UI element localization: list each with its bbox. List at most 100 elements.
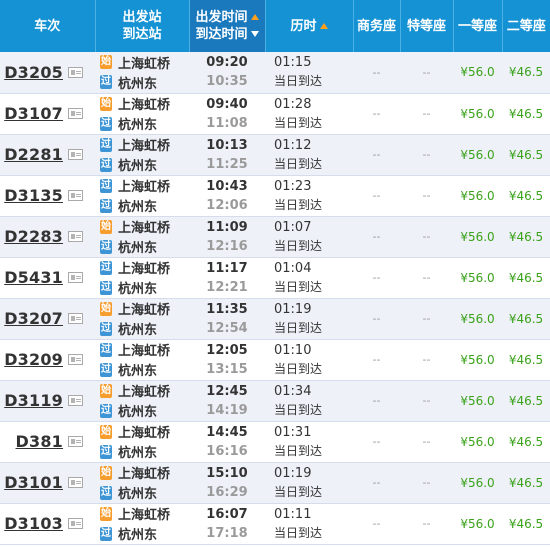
pass-badge: 过 (100, 116, 112, 131)
header-times-sort[interactable]: 出发时间 到达时间 (189, 0, 266, 52)
pass-badge: 过 (100, 444, 112, 459)
to-station: 杭州东 (118, 282, 158, 297)
train-number-link[interactable]: D381 (16, 432, 63, 451)
train-cell: D3107 (0, 93, 95, 135)
from-station: 上海虹桥 (118, 139, 171, 154)
arrive-time: 16:16 (206, 443, 248, 459)
pass-badge: 过 (100, 321, 112, 336)
id-card-icon[interactable] (68, 108, 83, 119)
from-station: 上海虹桥 (118, 56, 171, 72)
to-station: 杭州东 (118, 241, 158, 256)
train-number-link[interactable]: D5431 (4, 268, 63, 287)
depart-time: 11:17 (206, 260, 248, 276)
arrive-time: 12:21 (206, 279, 248, 295)
id-card-icon[interactable] (68, 149, 83, 160)
sort-up-icon[interactable] (250, 14, 259, 20)
header-duration-label: 历时 (290, 18, 317, 34)
pass-badge: 过 (100, 362, 112, 377)
train-number-link[interactable]: D3135 (4, 186, 63, 205)
id-card-icon[interactable] (68, 477, 83, 488)
train-number-link[interactable]: D2283 (4, 227, 63, 246)
arrive-note: 当日到达 (274, 525, 323, 540)
duration-cell: 01:07 当日到达 (265, 216, 353, 258)
sort-down-icon[interactable] (250, 31, 259, 37)
table-row: D2283 始上海虹桥过杭州东 11:09 12:16 01:07 当日到达 -- -- ¥56… (0, 216, 550, 258)
train-number-link[interactable]: D3207 (4, 309, 63, 328)
pass-badge: 过 (100, 526, 112, 541)
special-seat-cell: -- (400, 134, 453, 176)
origin-badge: 始 (100, 301, 112, 316)
id-card-icon[interactable] (68, 313, 83, 324)
times-cell: 14:45 16:16 (189, 421, 265, 463)
id-card-icon[interactable] (68, 395, 83, 406)
first-class-price: ¥56.0 (453, 421, 502, 463)
sort-up-icon[interactable] (319, 22, 328, 29)
train-results-table: 车次 出发站 到达站 出发时间 到达时间 历时 商务座 特等座 一等座 二等座 … (0, 0, 550, 545)
special-seat-cell: -- (400, 298, 453, 340)
header-duration-sort[interactable]: 历时 (265, 0, 354, 52)
business-seat-cell: -- (353, 421, 400, 463)
duration-cell: 01:34 当日到达 (265, 380, 353, 422)
train-cell: D3207 (0, 298, 95, 340)
arrive-note: 当日到达 (274, 361, 323, 376)
train-number-link[interactable]: D3107 (4, 104, 63, 123)
id-card-icon[interactable] (68, 272, 83, 283)
id-card-icon[interactable] (68, 354, 83, 365)
duration-cell: 01:15 当日到达 (265, 52, 353, 94)
table-row: D2281 过上海虹桥过杭州东 10:13 11:25 01:12 当日到达 -- -- ¥56… (0, 134, 550, 176)
from-station: 上海虹桥 (118, 467, 171, 482)
duration-value: 01:07 (274, 219, 312, 235)
duration-cell: 01:12 当日到达 (265, 134, 353, 176)
arrive-time: 14:19 (206, 402, 248, 418)
table-row: D381 始上海虹桥过杭州东 14:45 16:16 01:31 当日到达 -- -- ¥56.… (0, 421, 550, 463)
train-number-link[interactable]: D3119 (4, 391, 63, 410)
train-number-link[interactable]: D3205 (4, 63, 63, 82)
train-number-link[interactable]: D2281 (4, 145, 63, 164)
arrive-note: 当日到达 (274, 156, 323, 171)
duration-cell: 01:04 当日到达 (265, 257, 353, 299)
first-class-price: ¥56.0 (453, 134, 502, 176)
train-number-link[interactable]: D3209 (4, 350, 63, 369)
id-card-icon[interactable] (68, 518, 83, 529)
table-row: D3205 始上海虹桥过杭州东 09:20 10:35 01:15 当日到达 -- -- ¥56… (0, 52, 550, 94)
times-cell: 09:40 11:08 (189, 93, 265, 135)
business-seat-cell: -- (353, 134, 400, 176)
origin-badge: 始 (100, 506, 112, 521)
to-station: 杭州东 (118, 200, 158, 215)
train-number-link[interactable]: D3103 (4, 514, 63, 533)
first-class-price: ¥56.0 (453, 339, 502, 381)
first-class-price: ¥56.0 (453, 93, 502, 135)
pass-badge: 过 (100, 280, 112, 295)
train-cell: D3119 (0, 380, 95, 422)
train-number-link[interactable]: D3101 (4, 473, 63, 492)
train-cell: D3103 (0, 503, 95, 545)
pass-badge: 过 (100, 485, 112, 500)
arrive-note: 当日到达 (274, 443, 323, 458)
arrive-note: 当日到达 (274, 320, 323, 335)
table-row: D3107 始上海虹桥过杭州东 09:40 11:08 01:28 当日到达 -- -- ¥56… (0, 93, 550, 135)
origin-badge: 始 (100, 219, 112, 234)
from-station: 上海虹桥 (118, 426, 171, 441)
stations-cell: 过上海虹桥过杭州东 (95, 257, 189, 299)
depart-time: 09:40 (206, 96, 248, 112)
id-card-icon[interactable] (68, 231, 83, 242)
first-class-price: ¥56.0 (453, 503, 502, 545)
id-card-icon[interactable] (68, 190, 83, 201)
table-body: D3205 始上海虹桥过杭州东 09:20 10:35 01:15 当日到达 -- -- ¥56… (0, 52, 550, 545)
arrive-time: 11:25 (206, 156, 248, 172)
depart-time: 15:10 (206, 465, 248, 481)
arrive-note: 当日到达 (274, 402, 323, 417)
pass-badge: 过 (100, 198, 112, 213)
arrive-time: 12:16 (206, 238, 248, 254)
header-stations-line2: 到达站 (122, 27, 162, 42)
second-class-price: ¥46.5 (502, 216, 550, 258)
id-card-icon[interactable] (68, 66, 83, 78)
duration-value: 01:15 (274, 55, 312, 71)
arrive-time: 10:35 (206, 74, 248, 90)
header-business-seat: 商务座 (353, 0, 401, 52)
train-cell: D3205 (0, 52, 95, 94)
first-class-price: ¥56.0 (453, 257, 502, 299)
arrive-time: 12:54 (206, 320, 248, 336)
id-card-icon[interactable] (68, 436, 83, 447)
business-seat-cell: -- (353, 503, 400, 545)
